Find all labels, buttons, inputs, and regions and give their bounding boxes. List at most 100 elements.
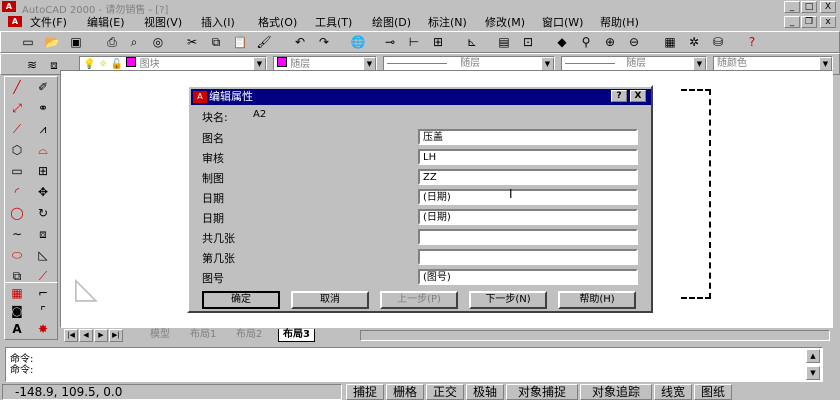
redo-icon[interactable]: ↷ — [315, 33, 333, 51]
design-center-icon[interactable]: ✲ — [685, 33, 703, 51]
properties-icon[interactable]: ▦ — [661, 33, 679, 51]
attr-input-7[interactable]: (图号) — [418, 269, 638, 285]
match-properties-icon[interactable]: 🖌 — [255, 33, 273, 51]
chamfer-icon[interactable]: ⌜ — [33, 301, 53, 321]
help-icon[interactable]: ? — [743, 33, 761, 51]
attr-input-3[interactable]: (日期) — [418, 189, 638, 205]
lineweight-dropdown-arrow[interactable]: ▼ — [693, 57, 706, 71]
linetype-dropdown-arrow[interactable]: ▼ — [541, 57, 554, 71]
menu-tools[interactable]: 工具(T) — [315, 15, 352, 30]
tab-model[interactable]: 模型 — [146, 329, 174, 342]
command-scroll-down[interactable]: ▼ — [806, 366, 820, 380]
menu-file[interactable]: 文件(F) — [30, 15, 67, 30]
rectangle-icon[interactable]: ▭ — [7, 161, 27, 181]
tracking-icon[interactable]: ⊸ — [381, 33, 399, 51]
copy-object-icon[interactable]: ⚭ — [33, 98, 53, 118]
hatch-icon[interactable]: ▦ — [7, 283, 27, 303]
maximize-button[interactable]: □ — [801, 1, 817, 13]
previous-button[interactable]: 上一步(P) — [380, 291, 458, 309]
app-logo-icon[interactable]: A — [2, 1, 16, 12]
dialog-help-text-button[interactable]: 帮助(H) — [558, 291, 636, 309]
region-icon[interactable]: ◙ — [7, 301, 27, 321]
layer-dropdown-arrow[interactable]: ▼ — [253, 57, 266, 71]
pan-icon[interactable]: ⊞ — [429, 33, 447, 51]
erase-icon[interactable]: ✐ — [33, 77, 53, 97]
publish-icon[interactable]: ◎ — [149, 33, 167, 51]
multiline-text-icon[interactable]: A — [7, 319, 27, 339]
horizontal-scrollbar[interactable] — [360, 330, 830, 341]
polar-toggle[interactable]: 极轴 — [466, 384, 504, 400]
attr-input-4[interactable]: (日期) — [418, 209, 638, 225]
distance-icon[interactable]: ⊾ — [463, 33, 481, 51]
mirror-icon[interactable]: ⩘ — [33, 119, 53, 139]
tab-layout2[interactable]: 布局2 — [232, 329, 266, 342]
menu-format[interactable]: 格式(O) — [258, 15, 297, 30]
doc-restore-button[interactable]: ❐ — [801, 16, 817, 28]
move-icon[interactable]: ✥ — [33, 182, 53, 202]
arc-icon[interactable]: ◜ — [7, 182, 27, 202]
ellipse-icon[interactable]: ⬭ — [7, 245, 27, 265]
menu-insert[interactable]: 插入(I) — [201, 15, 235, 30]
attr-input-2[interactable]: ZZ — [418, 169, 638, 185]
realtime-pan-icon[interactable]: ◆ — [553, 33, 571, 51]
dialog-close-button[interactable]: X — [630, 90, 646, 102]
zoom-realtime-icon[interactable]: ⚲ — [577, 33, 595, 51]
tab-layout3[interactable]: 布局3 — [278, 329, 315, 342]
close-button[interactable]: X — [820, 1, 836, 13]
zoom-window-icon[interactable]: ⊕ — [601, 33, 619, 51]
plotstyle-dropdown-arrow[interactable]: ▼ — [819, 57, 832, 71]
save-icon[interactable]: ▣ — [67, 33, 85, 51]
attr-input-6[interactable] — [418, 249, 638, 265]
menu-view[interactable]: 视图(V) — [144, 15, 182, 30]
cancel-button[interactable]: 取消 — [291, 291, 369, 309]
tab-layout1[interactable]: 布局1 — [186, 329, 220, 342]
open-folder-icon[interactable]: 📂 — [43, 33, 61, 51]
attr-input-5[interactable] — [418, 229, 638, 245]
print-preview-icon[interactable]: ⌕ — [125, 33, 143, 51]
database-icon[interactable]: ⛁ — [709, 33, 727, 51]
doc-close-button[interactable]: x — [820, 16, 836, 28]
polygon-icon[interactable]: ⬡ — [7, 140, 27, 160]
ucs-icon[interactable]: ⊢ — [405, 33, 423, 51]
next-button[interactable]: 下一步(N) — [469, 291, 547, 309]
tab-first-icon[interactable]: |◀ — [64, 329, 78, 342]
polyline-icon[interactable]: ⟋ — [7, 119, 27, 139]
attr-input-0[interactable]: 压盖 — [418, 129, 638, 145]
dialog-help-button[interactable]: ? — [611, 90, 627, 102]
copy-icon[interactable]: ⧉ — [207, 33, 225, 51]
osnap-toggle[interactable]: 对象捕捉 — [506, 384, 578, 400]
spline-icon[interactable]: ∼ — [7, 224, 27, 244]
ortho-toggle[interactable]: 正交 — [426, 384, 464, 400]
tab-prev-icon[interactable]: ◀ — [79, 329, 93, 342]
stretch-icon[interactable]: ◺ — [33, 245, 53, 265]
doc-minimize-button[interactable]: _ — [784, 16, 800, 28]
hyperlink-icon[interactable]: 🌐 — [349, 33, 367, 51]
tab-last-icon[interactable]: ▶| — [109, 329, 123, 342]
snap-toggle[interactable]: 捕捉 — [346, 384, 384, 400]
document-icon[interactable]: A — [8, 16, 22, 27]
command-window[interactable]: 命令: 命令: ▲ ▼ — [5, 347, 823, 382]
otrack-toggle[interactable]: 对象追踪 — [580, 384, 652, 400]
line-icon[interactable]: ╱ — [7, 77, 27, 97]
attr-input-1[interactable]: LH — [418, 149, 638, 165]
layers-icon[interactable]: ≋ — [23, 56, 41, 74]
menu-dimension[interactable]: 标注(N) — [428, 15, 467, 30]
menu-draw[interactable]: 绘图(D) — [372, 15, 411, 30]
paper-toggle[interactable]: 图纸 — [694, 384, 732, 400]
ok-button[interactable]: 确定 — [202, 291, 280, 309]
minimize-button[interactable]: _ — [784, 1, 800, 13]
undo-icon[interactable]: ↶ — [291, 33, 309, 51]
cut-icon[interactable]: ✂ — [183, 33, 201, 51]
layout-icon[interactable]: ▤ — [495, 33, 513, 51]
menu-edit[interactable]: 编辑(E) — [87, 15, 125, 30]
lineweight-toggle[interactable]: 线宽 — [654, 384, 692, 400]
break-icon[interactable]: ⌐ — [33, 283, 53, 303]
circle-icon[interactable]: ◯ — [7, 203, 27, 223]
print-icon[interactable]: ⎙ — [103, 33, 121, 51]
grid-toggle[interactable]: 栅格 — [386, 384, 424, 400]
menu-window[interactable]: 窗口(W) — [542, 15, 583, 30]
menu-help[interactable]: 帮助(H) — [600, 15, 639, 30]
color-dropdown-arrow[interactable]: ▼ — [363, 57, 376, 71]
explode-icon[interactable]: ✸ — [33, 319, 53, 339]
scale-icon[interactable]: ⧈ — [33, 224, 53, 244]
